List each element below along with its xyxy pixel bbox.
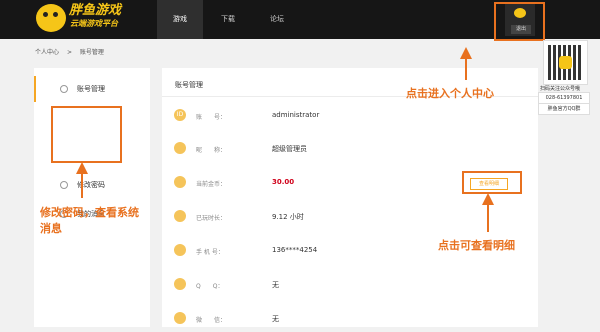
annotation-arrows — [76, 47, 494, 232]
